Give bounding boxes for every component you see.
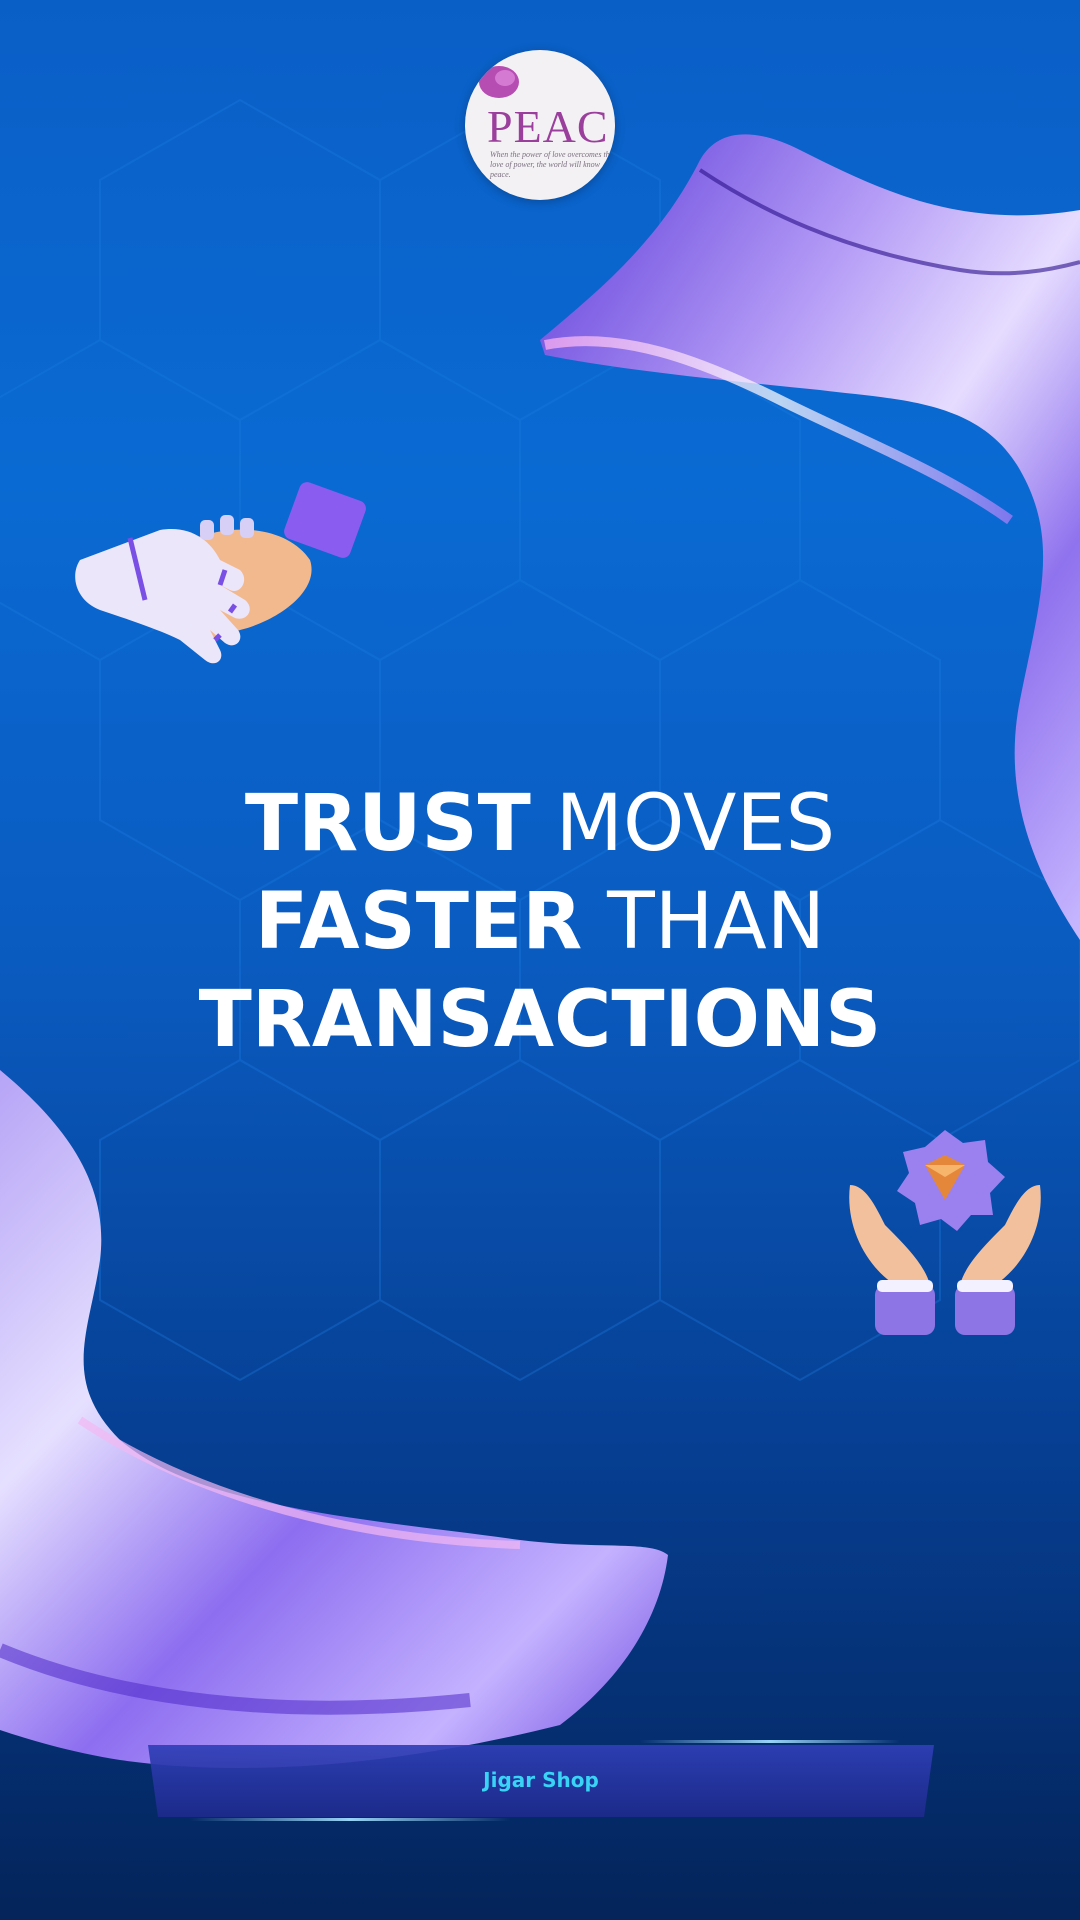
flower-blob-icon (479, 66, 519, 98)
headline-line-1: TRUST MOVES (140, 775, 940, 873)
headline-word-faster: FASTER (254, 877, 583, 967)
shop-name-label: Jigar Shop (483, 1768, 599, 1792)
headline-line-3: TRANSACTIONS (140, 971, 940, 1069)
peace-logo: PEAC When the power of love overcomes th… (465, 50, 615, 200)
headline: TRUST MOVES FASTER THAN TRANSACTIONS (140, 775, 940, 1069)
headline-word-than: THAN (607, 877, 826, 967)
logo-wordmark: PEAC (487, 101, 609, 152)
logo-tagline: When the power of love overcomes the lov… (490, 150, 614, 179)
headline-word-transactions: TRANSACTIONS (198, 975, 882, 1065)
poster: PEAC When the power of love overcomes th… (0, 0, 1080, 1920)
robot-human-handshake-icon (75, 482, 366, 664)
shop-banner: Jigar Shop (148, 1745, 934, 1821)
banner-top-glow (640, 1740, 900, 1743)
headline-word-trust: TRUST (244, 779, 531, 869)
headline-line-2: FASTER THAN (140, 873, 940, 971)
hands-holding-diamond-icon (849, 1130, 1041, 1335)
headline-word-moves: MOVES (555, 779, 836, 869)
banner-bottom-glow (190, 1818, 510, 1821)
